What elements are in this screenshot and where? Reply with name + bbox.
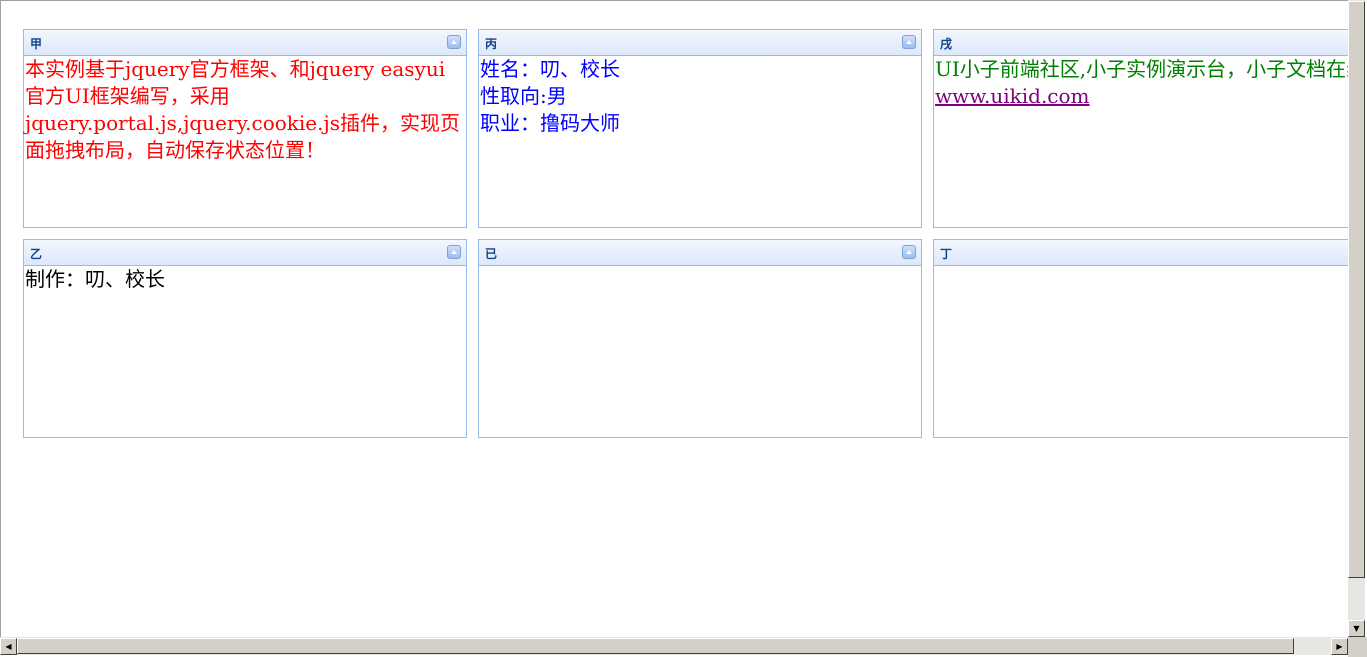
panel-header[interactable]: 丙 <box>479 30 921 56</box>
panel-ding[interactable]: 丁 <box>933 239 1349 438</box>
panel-jia[interactable]: 甲 本实例基于jquery官方框架、和jquery easyui官方UI框架编写… <box>23 29 467 228</box>
collapse-icon[interactable] <box>902 245 916 259</box>
panel-wu[interactable]: 戌 UI小子前端社区,小子实例演示台，小子文档在线 www.uikid.com <box>933 29 1349 228</box>
collapse-icon[interactable] <box>447 35 461 49</box>
panel-body: 制作：叨、校长 <box>25 267 165 291</box>
panel-header[interactable]: 戌 <box>934 30 1349 56</box>
horizontal-scroll-thumb[interactable] <box>17 638 1294 654</box>
panel-header[interactable]: 丁 <box>934 240 1349 266</box>
orientation-line: 性取向:男 <box>480 84 567 108</box>
panel-header[interactable]: 甲 <box>24 30 466 56</box>
scroll-down-button[interactable]: ▼ <box>1348 620 1365 637</box>
panel-title: 戌 <box>940 37 953 51</box>
panel-body: UI小子前端社区,小子实例演示台，小子文档在线 www.uikid.com <box>934 56 1349 110</box>
horizontal-scrollbar[interactable]: ◀ ▶ <box>0 637 1348 655</box>
panel-body: 本实例基于jquery官方框架、和jquery easyui官方UI框架编写，采… <box>25 57 460 162</box>
community-text: UI小子前端社区,小子实例演示台，小子文档在线 <box>935 57 1349 81</box>
uikid-link[interactable]: www.uikid.com <box>935 84 1090 108</box>
panel-title: 丙 <box>485 37 498 51</box>
panel-ji[interactable]: 已 <box>478 239 922 438</box>
job-line: 职业：撸码大师 <box>480 111 620 135</box>
browser-frame: 甲 本实例基于jquery官方框架、和jquery easyui官方UI框架编写… <box>0 0 1365 655</box>
panel-title: 已 <box>485 247 498 261</box>
collapse-icon[interactable] <box>447 245 461 259</box>
panel-title: 丁 <box>940 247 953 261</box>
scroll-left-button[interactable]: ◀ <box>0 638 17 655</box>
collapse-icon[interactable] <box>902 35 916 49</box>
panel-yi[interactable]: 乙 制作：叨、校长 <box>23 239 467 438</box>
portal-viewport: 甲 本实例基于jquery官方框架、和jquery easyui官方UI框架编写… <box>2 2 1349 638</box>
panel-header[interactable]: 乙 <box>24 240 466 266</box>
name-line: 姓名：叨、校长 <box>480 57 620 81</box>
panel-body: 姓名：叨、校长 性取向:男 职业：撸码大师 <box>479 56 921 137</box>
vertical-scroll-thumb[interactable] <box>1348 1 1365 578</box>
panel-bing[interactable]: 丙 姓名：叨、校长 性取向:男 职业：撸码大师 <box>478 29 922 228</box>
panel-header[interactable]: 已 <box>479 240 921 266</box>
panel-title: 甲 <box>30 37 43 51</box>
scrollbar-corner <box>1348 637 1367 657</box>
panel-title: 乙 <box>30 247 43 261</box>
vertical-scrollbar[interactable]: ▼ <box>1348 0 1365 637</box>
scroll-right-button[interactable]: ▶ <box>1331 638 1348 655</box>
